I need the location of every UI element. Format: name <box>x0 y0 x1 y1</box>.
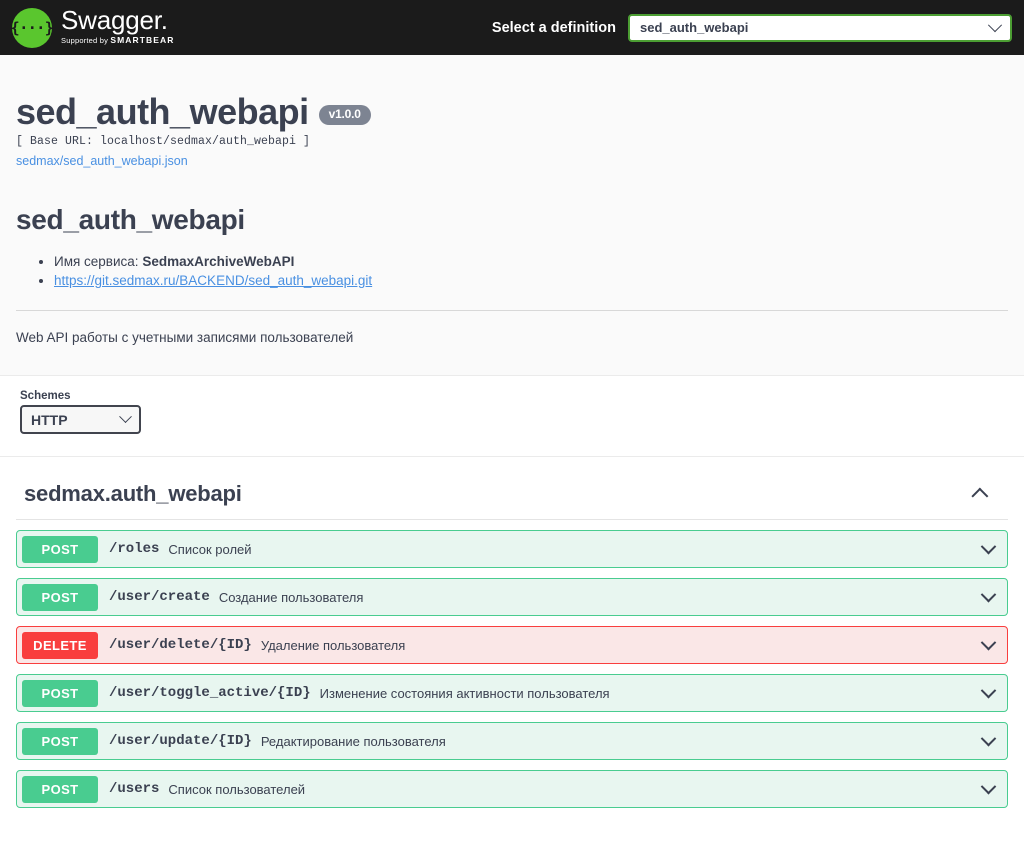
definition-select[interactable]: sed_auth_webapi <box>628 13 1012 42</box>
definition-select-value: sed_auth_webapi <box>640 20 749 35</box>
operation-path: /user/toggle_active/{ID} <box>109 685 311 701</box>
tag-header-sedmax-auth-webapi[interactable]: sedmax.auth_webapi <box>16 457 1008 520</box>
http-method-badge: POST <box>22 535 98 563</box>
version-badge: v1.0.0 <box>318 105 371 125</box>
api-description-text: Web API работы с учетными записями польз… <box>16 330 354 345</box>
tag-name: sedmax.auth_webapi <box>24 481 242 506</box>
chevron-down-icon <box>119 410 132 424</box>
http-method-badge: POST <box>22 727 98 755</box>
description-bullet-list: Имя сервиса: SedmaxArchiveWebAPI https:/… <box>16 252 1008 290</box>
logo-subtitle: Supported by SMARTBEAR <box>61 35 175 45</box>
chevron-down-icon[interactable] <box>980 778 997 794</box>
operation-summary: Список ролей <box>168 541 252 557</box>
http-method-badge: POST <box>22 775 98 803</box>
chevron-down-icon[interactable] <box>980 634 997 650</box>
chevron-down-icon[interactable] <box>980 682 997 698</box>
page-title: sed_auth_webapi v1.0.0 <box>16 93 1008 131</box>
schemes-select[interactable]: HTTP <box>20 405 141 434</box>
swagger-json-link[interactable]: sedmax/sed_auth_webapi.json <box>16 154 188 168</box>
schemes-select-value: HTTP <box>31 411 68 428</box>
definition-label: Select a definition <box>491 19 616 36</box>
operation-row[interactable]: POST/users Список пользователей <box>16 770 1008 808</box>
operation-row[interactable]: POST/user/toggle_active/{ID} Изменение со… <box>16 674 1008 712</box>
chevron-down-icon[interactable] <box>980 538 997 554</box>
operation-row[interactable]: POST/user/create Создание пользователя <box>16 578 1008 616</box>
list-item: https://git.sedmax.ru/BACKEND/sed_auth_w… <box>54 271 1008 290</box>
chevron-down-icon <box>987 17 1003 32</box>
operation-row[interactable]: DELETE/user/delete/{ID} Удаление пользова… <box>16 626 1008 664</box>
operation-summary: Изменение состояния активности пользоват… <box>319 685 610 701</box>
chevron-down-icon[interactable] <box>980 586 997 602</box>
http-method-badge: DELETE <box>22 631 98 659</box>
operations-list: POST/roles Список ролей POST/user/create Со… <box>16 520 1008 808</box>
service-name-label: Имя сервиса: <box>54 254 139 269</box>
tag-section: sedmax.auth_webapi POST/roles Список роле… <box>0 457 1024 808</box>
operation-summary: Удаление пользователя <box>260 637 406 653</box>
api-info-block: sed_auth_webapi v1.0.0 [ Base URL: local… <box>0 55 1024 376</box>
operation-path: /user/update/{ID} <box>109 733 252 749</box>
base-url: [ Base URL: localhost/sedmax/auth_webapi… <box>16 135 311 148</box>
definition-selector-group: Select a definition sed_auth_webapi <box>491 13 1012 42</box>
http-method-badge: POST <box>22 583 98 611</box>
schemes-label: Schemes <box>20 390 71 402</box>
api-title-text: sed_auth_webapi <box>16 91 309 132</box>
list-item: Имя сервиса: SedmaxArchiveWebAPI <box>54 252 1008 271</box>
schemes-block: Schemes HTTP <box>0 376 1024 457</box>
chevron-up-icon[interactable] <box>971 487 989 505</box>
logo-title: Swagger. <box>61 5 168 35</box>
repository-link[interactable]: https://git.sedmax.ru/BACKEND/sed_auth_w… <box>54 273 372 288</box>
chevron-down-icon[interactable] <box>980 730 997 746</box>
operation-summary: Список пользователей <box>168 781 306 797</box>
operation-path: /roles <box>109 541 160 557</box>
topbar: {···} Swagger. Supported by SMARTBEAR Se… <box>0 0 1024 55</box>
swagger-brace-icon: {···} <box>11 8 54 48</box>
http-method-badge: POST <box>22 679 98 707</box>
operation-row[interactable]: POST/roles Список ролей <box>16 530 1008 568</box>
operation-path: /user/delete/{ID} <box>109 637 252 653</box>
divider <box>16 310 1008 311</box>
service-name-value: SedmaxArchiveWebAPI <box>142 254 295 269</box>
operation-path: /user/create <box>109 589 210 605</box>
operation-summary: Создание пользователя <box>218 589 364 605</box>
swagger-logo[interactable]: {···} Swagger. Supported by SMARTBEAR <box>11 5 175 48</box>
operation-summary: Редактирование пользователя <box>260 733 446 749</box>
operation-path: /users <box>109 781 160 797</box>
description-title: sed_auth_webapi <box>16 204 245 235</box>
operation-row[interactable]: POST/user/update/{ID} Редактирование поль… <box>16 722 1008 760</box>
